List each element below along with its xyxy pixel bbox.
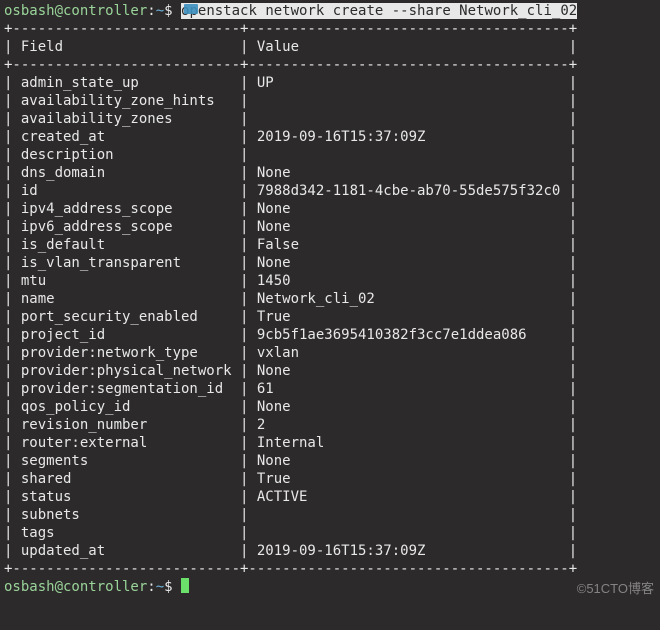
table-row: | id | 7988d342-1181-4cbe-ab70-55de575f3… [4, 182, 656, 200]
table-row: | ipv6_address_scope | None | [4, 218, 656, 236]
prompt-path: ~ [156, 579, 164, 595]
table-row: | description | | [4, 146, 656, 164]
table-row: | updated_at | 2019-09-16T15:37:09Z | [4, 542, 656, 560]
table-row: | provider:segmentation_id | 61 | [4, 380, 656, 398]
terminal-output: osbash@controller:~$ openstack network c… [0, 0, 660, 598]
table-row: | mtu | 1450 | [4, 272, 656, 290]
table-row: | admin_state_up | UP | [4, 74, 656, 92]
table-row: | project_id | 9cb5f1ae3695410382f3cc7e1… [4, 326, 656, 344]
prompt-user-host: osbash@controller [4, 3, 147, 19]
table-row: | shared | True | [4, 470, 656, 488]
table-row: | provider:physical_network | None | [4, 362, 656, 380]
table-row: | revision_number | 2 | [4, 416, 656, 434]
table-row: | availability_zone_hints | | [4, 92, 656, 110]
table-row: | is_default | False | [4, 236, 656, 254]
prompt-colon: : [147, 579, 155, 595]
prompt-symbol: $ [164, 3, 181, 19]
table-row: | provider:network_type | vxlan | [4, 344, 656, 362]
prompt-line-idle[interactable]: osbash@controller:~$ [4, 578, 656, 596]
table-border: +---------------------------+-----------… [4, 20, 656, 38]
table-header: | Field | Value | [4, 38, 656, 56]
table-border: +---------------------------+-----------… [4, 560, 656, 578]
table-row: | tags | | [4, 524, 656, 542]
table-row: | segments | None | [4, 452, 656, 470]
table-row: | status | ACTIVE | [4, 488, 656, 506]
table-row: | qos_policy_id | None | [4, 398, 656, 416]
table-row: | is_vlan_transparent | None | [4, 254, 656, 272]
prompt-symbol: $ [164, 579, 181, 595]
table-row: | availability_zones | | [4, 110, 656, 128]
table-row: | dns_domain | None | [4, 164, 656, 182]
table-row: | name | Network_cli_02 | [4, 290, 656, 308]
table-row: | port_security_enabled | True | [4, 308, 656, 326]
command-text: openstack network create --share Network… [181, 3, 577, 19]
table-border: +---------------------------+-----------… [4, 56, 656, 74]
prompt-user-host: osbash@controller [4, 579, 147, 595]
prompt-colon: : [147, 3, 155, 19]
table-row: | router:external | Internal | [4, 434, 656, 452]
prompt-path: ~ [156, 3, 164, 19]
prompt-line[interactable]: osbash@controller:~$ openstack network c… [4, 2, 656, 20]
cursor-icon [181, 578, 189, 593]
table-row: | ipv4_address_scope | None | [4, 200, 656, 218]
table-row: | created_at | 2019-09-16T15:37:09Z | [4, 128, 656, 146]
table-row: | subnets | | [4, 506, 656, 524]
